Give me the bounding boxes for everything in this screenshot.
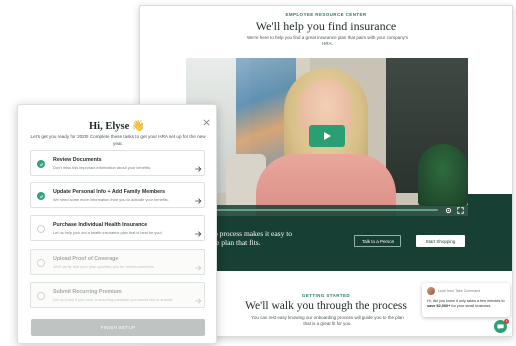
task-title: Purchase Individual Health Insurance bbox=[53, 222, 148, 228]
task-upload-proof: Upload Proof of Coverage We'll verify th… bbox=[30, 249, 205, 275]
chat-message-bold: save $2,000+ bbox=[427, 304, 451, 308]
chat-avatar bbox=[427, 287, 435, 295]
arrow-right-icon bbox=[194, 160, 202, 172]
chat-sender: Leah from Take Command bbox=[438, 289, 481, 293]
task-complete-check bbox=[37, 192, 45, 200]
gear-icon bbox=[445, 207, 452, 214]
video-plant bbox=[418, 144, 468, 206]
intro-video[interactable] bbox=[186, 58, 468, 216]
arrow-right-icon bbox=[194, 292, 202, 304]
chat-message-prefix: Hi, did you know it only takes a few min… bbox=[427, 299, 505, 303]
play-button[interactable] bbox=[309, 125, 345, 147]
settings-button[interactable] bbox=[444, 206, 453, 215]
task-title: Submit Recurring Premium bbox=[53, 289, 122, 295]
task-description: We need some more information from you t… bbox=[53, 197, 169, 202]
onboarding-modal: Hi, Elyse 👋 Let's get you ready for 2020… bbox=[17, 104, 217, 344]
task-review-documents[interactable]: Review Documents Don't miss this importa… bbox=[30, 150, 205, 176]
chat-icon bbox=[497, 324, 504, 330]
arrow-right-icon bbox=[194, 225, 202, 237]
chat-message-card[interactable]: Leah from Take Command Hi, did you know … bbox=[422, 283, 510, 317]
chat-message: Hi, did you know it only takes a few min… bbox=[427, 299, 505, 309]
modal-greeting: Hi, Elyse 👋 bbox=[89, 121, 145, 132]
fullscreen-icon bbox=[457, 207, 464, 214]
section-subtitle: You can rest easy knowing our onboarding… bbox=[251, 315, 404, 326]
task-description: Let us help pick out a health insurance … bbox=[53, 230, 162, 235]
play-icon bbox=[324, 132, 331, 140]
task-title: Upload Proof of Coverage bbox=[53, 256, 119, 262]
task-submit-premium: Submit Recurring Premium Let us know if … bbox=[30, 282, 205, 308]
hero-subtitle: We're here to help you find a great insu… bbox=[247, 35, 408, 46]
chat-header: Leah from Take Command bbox=[427, 287, 505, 295]
task-purchase-insurance[interactable]: Purchase Individual Health Insurance Let… bbox=[30, 215, 205, 241]
task-update-personal-info[interactable]: Update Personal Info + Add Family Member… bbox=[30, 182, 205, 208]
fullscreen-button[interactable] bbox=[456, 206, 465, 215]
resource-center-eyebrow: EMPLOYEE RESOURCE CENTER bbox=[285, 12, 367, 17]
talk-to-person-button[interactable]: Talk to a Person bbox=[354, 235, 401, 247]
task-complete-check bbox=[37, 160, 45, 168]
task-incomplete-circle bbox=[37, 225, 45, 233]
start-shopping-button[interactable]: Start Shopping bbox=[416, 235, 465, 247]
check-icon bbox=[39, 162, 43, 166]
hero-title: We'll help you find insurance bbox=[255, 19, 397, 33]
chat-message-suffix: for your small business. bbox=[450, 304, 492, 308]
chat-unread-badge: 1 bbox=[504, 319, 509, 324]
modal-subtitle: Let's get you ready for 2020! Complete t… bbox=[30, 134, 206, 146]
task-description: Don't miss this important information ab… bbox=[53, 165, 152, 170]
task-incomplete-circle bbox=[37, 292, 45, 300]
check-icon bbox=[39, 194, 43, 198]
finish-setup-button[interactable]: FINISH SETUP bbox=[31, 319, 205, 336]
arrow-right-icon bbox=[194, 192, 202, 204]
task-description: We'll verify that your plan qualifies yo… bbox=[53, 264, 155, 269]
task-title: Update Personal Info + Add Family Member… bbox=[53, 189, 166, 195]
arrow-right-icon bbox=[194, 259, 202, 271]
task-incomplete-circle bbox=[37, 259, 45, 267]
task-title: Review Documents bbox=[53, 157, 102, 163]
video-progress-bar[interactable] bbox=[190, 209, 438, 211]
video-controls bbox=[186, 205, 468, 216]
task-description: Let us know if you have a recurring prem… bbox=[53, 297, 174, 302]
